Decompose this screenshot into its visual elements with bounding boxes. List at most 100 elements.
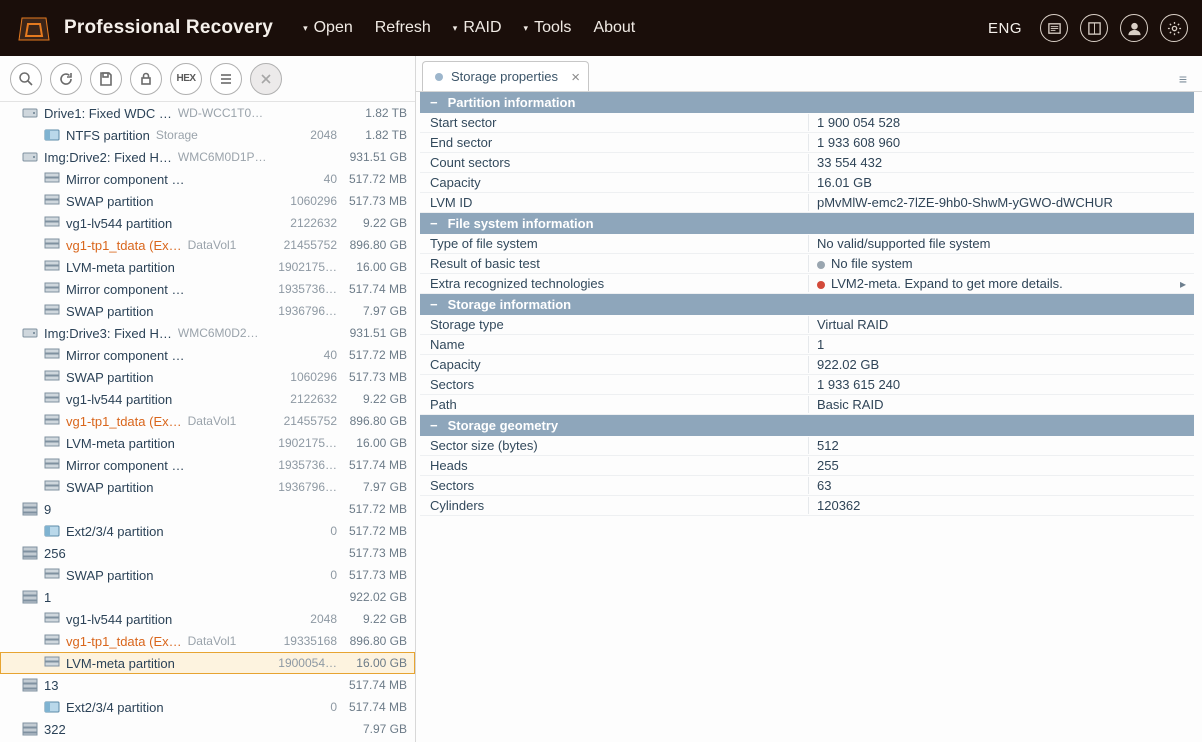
raid-icon <box>44 611 60 627</box>
tree-row[interactable]: NTFS partitionStorage20481.82 TB <box>0 124 415 146</box>
tree-row[interactable]: SWAP partition1060296517.73 MB <box>0 366 415 388</box>
tree-row[interactable]: Mirror component …1935736…517.74 MB <box>0 278 415 300</box>
tree-row-name: SWAP partition <box>66 304 153 319</box>
tree-row-name: Mirror component … <box>66 172 184 187</box>
tree-row-size: 517.73 MB <box>337 194 407 208</box>
tab-indicator-icon <box>435 73 443 81</box>
tab-storage-properties[interactable]: Storage properties × <box>422 61 589 91</box>
tree-row-offset: 1900054… <box>267 656 337 670</box>
menu-refresh[interactable]: Refresh <box>375 19 431 37</box>
tree-row-size: 9.22 GB <box>337 392 407 406</box>
user-icon[interactable] <box>1120 14 1148 42</box>
log-icon[interactable] <box>1040 14 1068 42</box>
tree-row[interactable]: 13517.74 MB <box>0 674 415 696</box>
tree-row[interactable]: LVM-meta partition1900054…16.00 GB <box>0 652 415 674</box>
menu-raid[interactable]: ▾RAID <box>453 19 502 37</box>
tree-row[interactable]: Ext2/3/4 partition0517.74 MB <box>0 696 415 718</box>
property-value: 1 900 054 528 <box>808 114 1194 131</box>
section-header[interactable]: −File system information <box>420 213 1194 234</box>
tree-row-name: vg1-tp1_tdata (Ex… <box>66 238 182 253</box>
tree-row[interactable]: vg1-lv544 partition21226329.22 GB <box>0 388 415 410</box>
tree-row[interactable]: Img:Drive2: Fixed H…WMC6M0D1P…931.51 GB <box>0 146 415 168</box>
tree-row[interactable]: LVM-meta partition1902175…16.00 GB <box>0 432 415 454</box>
tree-row[interactable]: 9517.72 MB <box>0 498 415 520</box>
tree-row[interactable]: Img:Drive3: Fixed H…WMC6M0D2…931.51 GB <box>0 322 415 344</box>
tree-row[interactable]: vg1-tp1_tdata (Ex…DataVol121455752896.80… <box>0 410 415 432</box>
tree-row[interactable]: Mirror component …1935736…517.74 MB <box>0 454 415 476</box>
property-value: 1 <box>808 336 1194 353</box>
storage-tree[interactable]: Drive1: Fixed WDC …WD-WCC1T0…1.82 TBNTFS… <box>0 102 415 742</box>
tree-row[interactable]: 1922.02 GB <box>0 586 415 608</box>
refresh-button[interactable] <box>50 63 82 95</box>
tree-row-size: 16.00 GB <box>337 656 407 670</box>
settings-gear-icon[interactable] <box>1160 14 1188 42</box>
tree-row-size: 517.73 MB <box>337 546 407 560</box>
section-header[interactable]: −Storage geometry <box>420 415 1194 436</box>
tree-row[interactable]: SWAP partition1936796…7.97 GB <box>0 476 415 498</box>
tree-row-name: Mirror component … <box>66 348 184 363</box>
tree-row-size: 517.74 MB <box>337 458 407 472</box>
tree-row-name: Ext2/3/4 partition <box>66 524 164 539</box>
save-button[interactable] <box>90 63 122 95</box>
collapse-icon: − <box>430 216 438 231</box>
menu-open[interactable]: ▾Open <box>303 19 353 37</box>
panel-settings-icon[interactable]: ≡ <box>1172 71 1194 91</box>
tree-row[interactable]: vg1-lv544 partition21226329.22 GB <box>0 212 415 234</box>
tree-row-offset: 2048 <box>267 612 337 626</box>
property-key: Start sector <box>420 114 808 131</box>
tree-row[interactable]: Drive1: Fixed WDC …WD-WCC1T0…1.82 TB <box>0 102 415 124</box>
property-key: Extra recognized technologies <box>420 275 808 292</box>
tree-row-name: vg1-lv544 partition <box>66 216 172 231</box>
property-row: Sector size (bytes)512 <box>420 436 1194 456</box>
language-selector[interactable]: ENG <box>988 20 1022 37</box>
raid-icon <box>44 479 60 495</box>
main-menu: ▾Open Refresh ▾RAID ▾Tools About <box>303 19 635 37</box>
tree-row[interactable]: 256 517.73 MB <box>0 542 415 564</box>
tree-row[interactable]: LVM-meta partition1902175…16.00 GB <box>0 256 415 278</box>
tree-row[interactable]: SWAP partition1936796…7.97 GB <box>0 300 415 322</box>
tree-row-offset: 2122632 <box>267 216 337 230</box>
property-value: 120362 <box>808 497 1194 514</box>
menu-tools[interactable]: ▾Tools <box>524 19 572 37</box>
search-button[interactable] <box>10 63 42 95</box>
tree-row-label: DataVol1 <box>188 238 237 252</box>
tab-close-icon[interactable]: × <box>571 69 580 86</box>
property-value: Basic RAID <box>808 396 1194 413</box>
tree-row-name: SWAP partition <box>66 480 153 495</box>
tree-row[interactable]: 3227.97 GB <box>0 718 415 740</box>
tree-row[interactable]: SWAP partition0517.73 MB <box>0 564 415 586</box>
property-key: Storage type <box>420 316 808 333</box>
raid-icon <box>44 171 60 187</box>
property-row: End sector1 933 608 960 <box>420 133 1194 153</box>
tree-row[interactable]: Mirror component …40517.72 MB <box>0 344 415 366</box>
tree-row-name: 256 <box>44 546 66 561</box>
tree-row-size: 517.72 MB <box>337 524 407 538</box>
tree-row[interactable]: vg1-tp1_tdata (Ex…DataVol121455752896.80… <box>0 234 415 256</box>
tree-row-name: Ext2/3/4 partition <box>66 700 164 715</box>
tree-row-offset: 21455752 <box>267 238 337 252</box>
tree-row[interactable]: Ext2/3/4 partition0517.72 MB <box>0 520 415 542</box>
property-value: Virtual RAID <box>808 316 1194 333</box>
vol-icon <box>22 545 38 561</box>
section-header[interactable]: −Partition information <box>420 92 1194 113</box>
property-row[interactable]: Extra recognized technologiesLVM2-meta. … <box>420 274 1194 294</box>
raid-icon <box>44 435 60 451</box>
raid-icon <box>44 413 60 429</box>
property-key: Path <box>420 396 808 413</box>
tree-row[interactable]: SWAP partition1060296517.73 MB <box>0 190 415 212</box>
property-row: Cylinders120362 <box>420 496 1194 516</box>
hex-view-button[interactable]: HEX <box>170 63 202 95</box>
menu-about[interactable]: About <box>593 19 635 37</box>
tree-row-name: Drive1: Fixed WDC … <box>44 106 172 121</box>
tree-row-label: WD-WCC1T0… <box>178 106 263 120</box>
tree-row[interactable]: vg1-tp1_tdata (Ex…DataVol119335168896.80… <box>0 630 415 652</box>
close-button[interactable] <box>250 63 282 95</box>
tree-row-name: SWAP partition <box>66 568 153 583</box>
tree-row[interactable]: vg1-lv544 partition20489.22 GB <box>0 608 415 630</box>
property-key: Cylinders <box>420 497 808 514</box>
tree-row[interactable]: Mirror component …40517.72 MB <box>0 168 415 190</box>
list-button[interactable] <box>210 63 242 95</box>
panel-toggle-icon[interactable] <box>1080 14 1108 42</box>
section-header[interactable]: −Storage information <box>420 294 1194 315</box>
lock-button[interactable] <box>130 63 162 95</box>
